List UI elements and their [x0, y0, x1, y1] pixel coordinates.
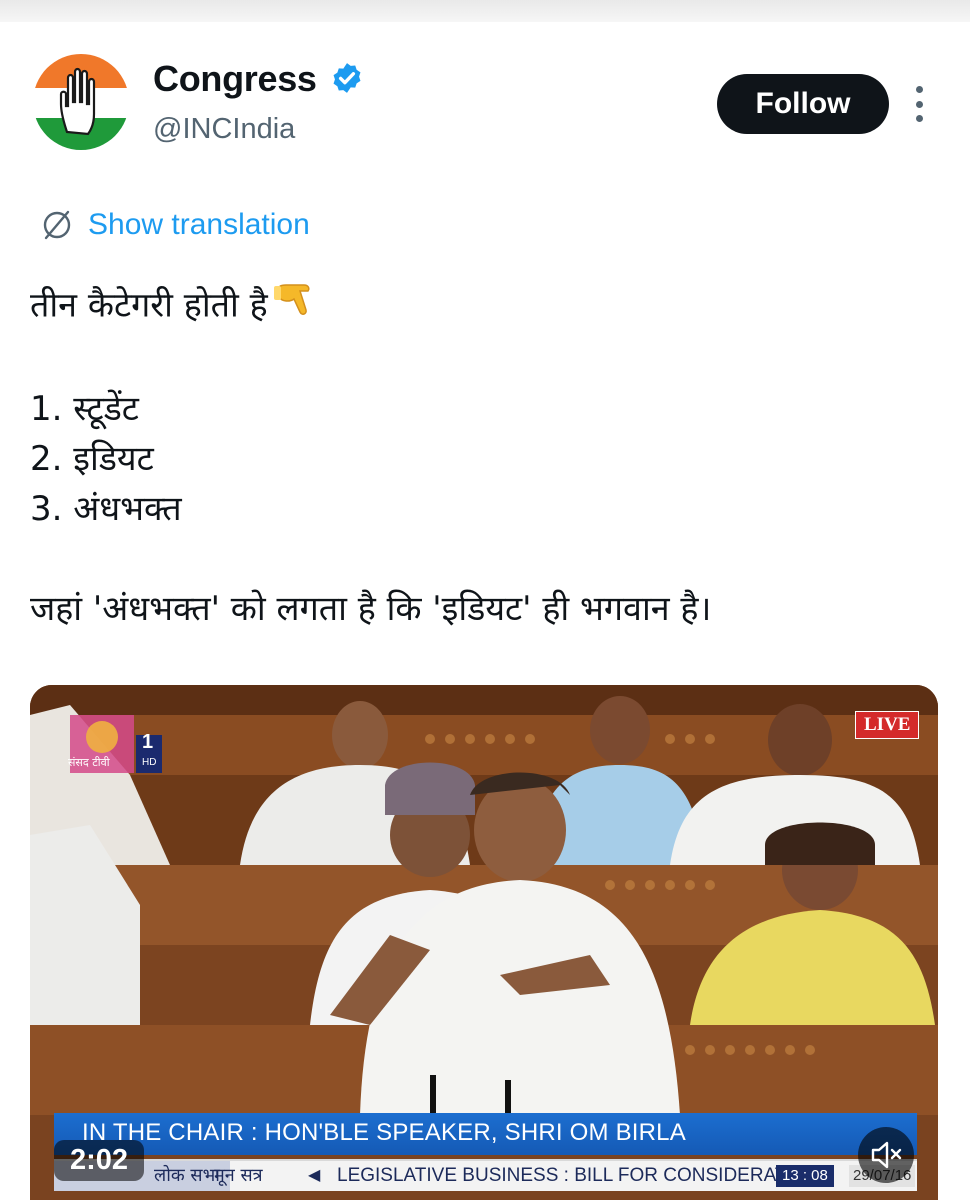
tweet-item-2: 2. इडियट	[30, 439, 154, 479]
channel-number: 1	[142, 731, 154, 753]
congress-logo-icon	[33, 54, 129, 150]
channel-hd: HD	[142, 757, 157, 768]
avatar[interactable]	[33, 54, 129, 150]
mute-button[interactable]	[858, 1127, 914, 1183]
account-handle[interactable]: @INCIndia	[153, 113, 295, 146]
ticker-text: LEGISLATIVE BUSINESS : BILL FOR CONSIDER…	[337, 1165, 821, 1186]
show-translation-label: Show translation	[88, 208, 310, 241]
video-player[interactable]: संसद टीवी 1 HD LIVE IN THE CHAIR : HON'B…	[30, 685, 938, 1200]
live-badge: LIVE	[855, 711, 920, 739]
video-duration: 2:02	[54, 1140, 145, 1181]
account-name[interactable]: Congress	[153, 58, 317, 100]
ticker-time: 13 : 08	[776, 1165, 834, 1187]
status-strip	[0, 0, 970, 22]
more-options-icon[interactable]	[905, 86, 933, 122]
show-translation-link[interactable]: Show translation	[40, 208, 310, 242]
news-ticker: लोक सभा मून सत्र ◀ LEGISLATIVE BUSINESS …	[54, 1159, 917, 1191]
ticker-arrow-icon: ◀	[308, 1167, 321, 1184]
chair-banner: IN THE CHAIR : HON'BLE SPEAKER, SHRI OM …	[54, 1113, 917, 1155]
tweet-item-1: 1. स्टूडेंट	[30, 389, 139, 429]
tweet-line-last: जहां 'अंधभक्त' को लगता है कि 'इडियट' ही …	[30, 589, 712, 629]
chair-text: IN THE CHAIR : HON'BLE SPEAKER, SHRI OM …	[82, 1119, 686, 1146]
follow-button[interactable]: Follow	[717, 74, 889, 134]
channel-name: संसद टीवी	[68, 756, 110, 769]
pointing-down-hand-icon	[273, 280, 318, 334]
globe-icon	[43, 210, 71, 240]
tweet-text: तीन कैटेगरी होती है 1. स्टूडेंट 2. इडियट…	[30, 280, 930, 634]
volume-muted-icon	[871, 1141, 902, 1169]
ticker-sub: मून सत्र	[214, 1165, 263, 1186]
channel-logo: संसद टीवी 1 HD	[68, 713, 168, 775]
tweet-line-1: तीन कैटेगरी होती है	[30, 285, 268, 326]
verified-badge-icon	[333, 63, 361, 93]
tweet-item-3: 3. अंधभक्त	[30, 489, 182, 529]
